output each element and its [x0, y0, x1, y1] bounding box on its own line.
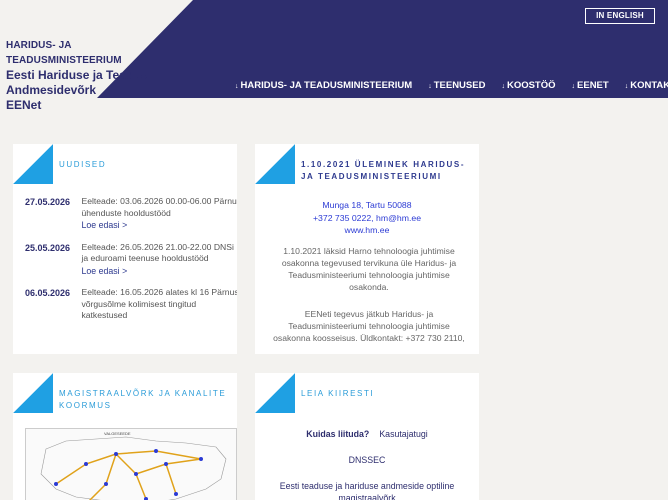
map-card-title: MAGISTRAALVÕRK JA KANALITE KOORMUS — [59, 388, 226, 412]
news-text: Eelteade: 26.05.2026 21.00-22.00 DNSi ja… — [81, 241, 234, 264]
info-contact: Munga 18, Tartu 50088 +372 735 0222, hm@… — [255, 199, 479, 237]
info-title: 1.10.2021 ÜLEMINEK HARIDUS- JA TEADUSMIN… — [301, 159, 465, 183]
nav-label: KOOSTÖÖ — [506, 80, 556, 91]
info-title-line1: 1.10.2021 ÜLEMINEK HARIDUS- — [301, 160, 466, 169]
address: Munga 18, Tartu 50088 — [322, 200, 412, 210]
nav-label: EENET — [577, 80, 609, 91]
logo-ministry: HARIDUS- JA TEADUSMINISTEERIUM — [6, 40, 122, 66]
dnssec-link[interactable]: DNSSEC — [255, 454, 479, 466]
logo-name-line3: EENet — [6, 98, 42, 112]
logo-name-line1: Eesti Hariduse ja Teadus — [6, 68, 148, 82]
news-body: Eelteade: 03.06.2026 00.00-06.00 Pärnu ü… — [81, 196, 237, 232]
news-date: 25.05.2026 — [25, 242, 71, 253]
backbone-link-line1: Eesti teaduse ja hariduse andmeside opti… — [279, 481, 455, 491]
how-to-join-link[interactable]: Kuidas liituda? — [306, 429, 369, 439]
news-text: Eelteade: 16.05.2026 alates kl 16 Pärnus… — [81, 287, 237, 320]
map-graphic: VALGESEEDE — [40, 431, 227, 500]
backbone-link-line2: magistraalvõrk — [338, 493, 396, 500]
news-list: 27.05.2026 Eelteade: 03.06.2026 00.00-06… — [25, 196, 237, 332]
arrow-down-icon: ↓ — [501, 83, 505, 90]
site-logo[interactable]: HARIDUS- JA TEADUSMINISTEERIUM Eesti Har… — [6, 38, 156, 113]
map-title-line2: KOORMUS — [59, 401, 112, 410]
backbone-map-card: MAGISTRAALVÕRK JA KANALITE KOORMUS VALGE… — [13, 373, 237, 500]
news-text: Eelteade: 03.06.2026 00.00-06.00 Pärnu ü… — [81, 196, 237, 218]
arrow-down-icon: ↓ — [235, 83, 239, 90]
nav-item-contact[interactable]: ↓KONTAKT — [625, 80, 668, 91]
arrow-down-icon: ↓ — [571, 83, 576, 90]
news-date: 06.05.2026 — [25, 288, 71, 298]
nav-item-ministry[interactable]: ↓ HARIDUS- JA TEADUSMINISTEERIUM — [235, 80, 412, 91]
news-body: Eelteade: 26.05.2026 21.00-22.00 DNSi ja… — [81, 242, 237, 278]
nav-item-cooperation[interactable]: ↓ KOOSTÖÖ — [501, 80, 555, 91]
corner-decoration — [13, 373, 53, 413]
nav-label: TEENUSED — [433, 80, 486, 91]
info-card: 1.10.2021 ÜLEMINEK HARIDUS- JA TEADUSMIN… — [255, 144, 479, 354]
info-title-line2: JA TEADUSMINISTEERIUMI — [301, 172, 442, 181]
news-title: UUDISED — [59, 160, 107, 169]
map-title-line1: MAGISTRAALVÕRK JA KANALITE — [59, 389, 227, 398]
logo-name-line2: Andmesidevõrk — [6, 83, 97, 97]
nav-label: HARIDUS- JA TEADUSMINISTEERIUM — [240, 80, 413, 91]
nav-label: KONTAKT — [630, 80, 668, 91]
map-place-label: VALGESEEDE — [104, 431, 131, 436]
language-button[interactable]: IN ENGLISH — [585, 8, 655, 24]
list-item: 06.05.2026 Eelteade: 16.05.2026 alates k… — [25, 287, 237, 322]
info-paragraph-1: 1.10.2021 läksid Harno tehnoloogia juhti… — [281, 246, 457, 292]
phone-email[interactable]: +372 735 0222, hm@hm.ee — [255, 212, 479, 225]
quick-links-card: LEIA KIIRESTI Kuidas liituda? Kasutajatug… — [255, 373, 479, 500]
info-paragraph-2: EENeti tegevus jätkub Haridus- ja Teadus… — [273, 309, 465, 343]
network-map[interactable]: VALGESEEDE — [25, 428, 237, 500]
site-header: HARIDUS- JA TEADUSMINISTEERIUM Eesti Har… — [0, 0, 668, 112]
news-body: Eelteade: 16.05.2026 alates kl 16 Pärnus… — [81, 287, 237, 322]
main-nav: ↓ HARIDUS- JA TEADUSMINISTEERIUM ↓ TEENUSE… — [235, 80, 668, 91]
corner-decoration — [13, 144, 53, 184]
arrow-down-icon: ↓ — [624, 83, 629, 90]
website-link[interactable]: www.hm.ee — [255, 224, 479, 237]
quick-links-title: LEIA KIIRESTI — [301, 389, 375, 398]
corner-decoration — [255, 144, 295, 184]
list-item: 27.05.2026 Eelteade: 03.06.2026 00.00-06… — [25, 196, 237, 232]
read-more-link[interactable]: Loe edasi > — [81, 266, 237, 278]
arrow-down-icon: ↓ — [428, 83, 432, 90]
news-date: 27.05.2026 — [25, 197, 71, 207]
quick-row-1: Kuidas liituda? Kasutajatugi — [255, 428, 479, 440]
corner-decoration — [255, 373, 295, 413]
nav-item-eenet[interactable]: ↓ EENET — [572, 80, 609, 91]
user-support-link[interactable]: Kasutajatugi — [379, 429, 427, 439]
list-item: 25.05.2026 Eelteade: 26.05.2026 21.00-22… — [25, 242, 237, 278]
read-more-link[interactable]: Loe edasi > — [81, 220, 237, 232]
nav-item-services[interactable]: ↓ TEENUSED — [428, 80, 485, 91]
news-card: UUDISED 27.05.2026 Eelteade: 03.06.2026 … — [13, 144, 237, 354]
backbone-link[interactable]: Eesti teaduse ja hariduse andmeside opti… — [255, 480, 479, 500]
